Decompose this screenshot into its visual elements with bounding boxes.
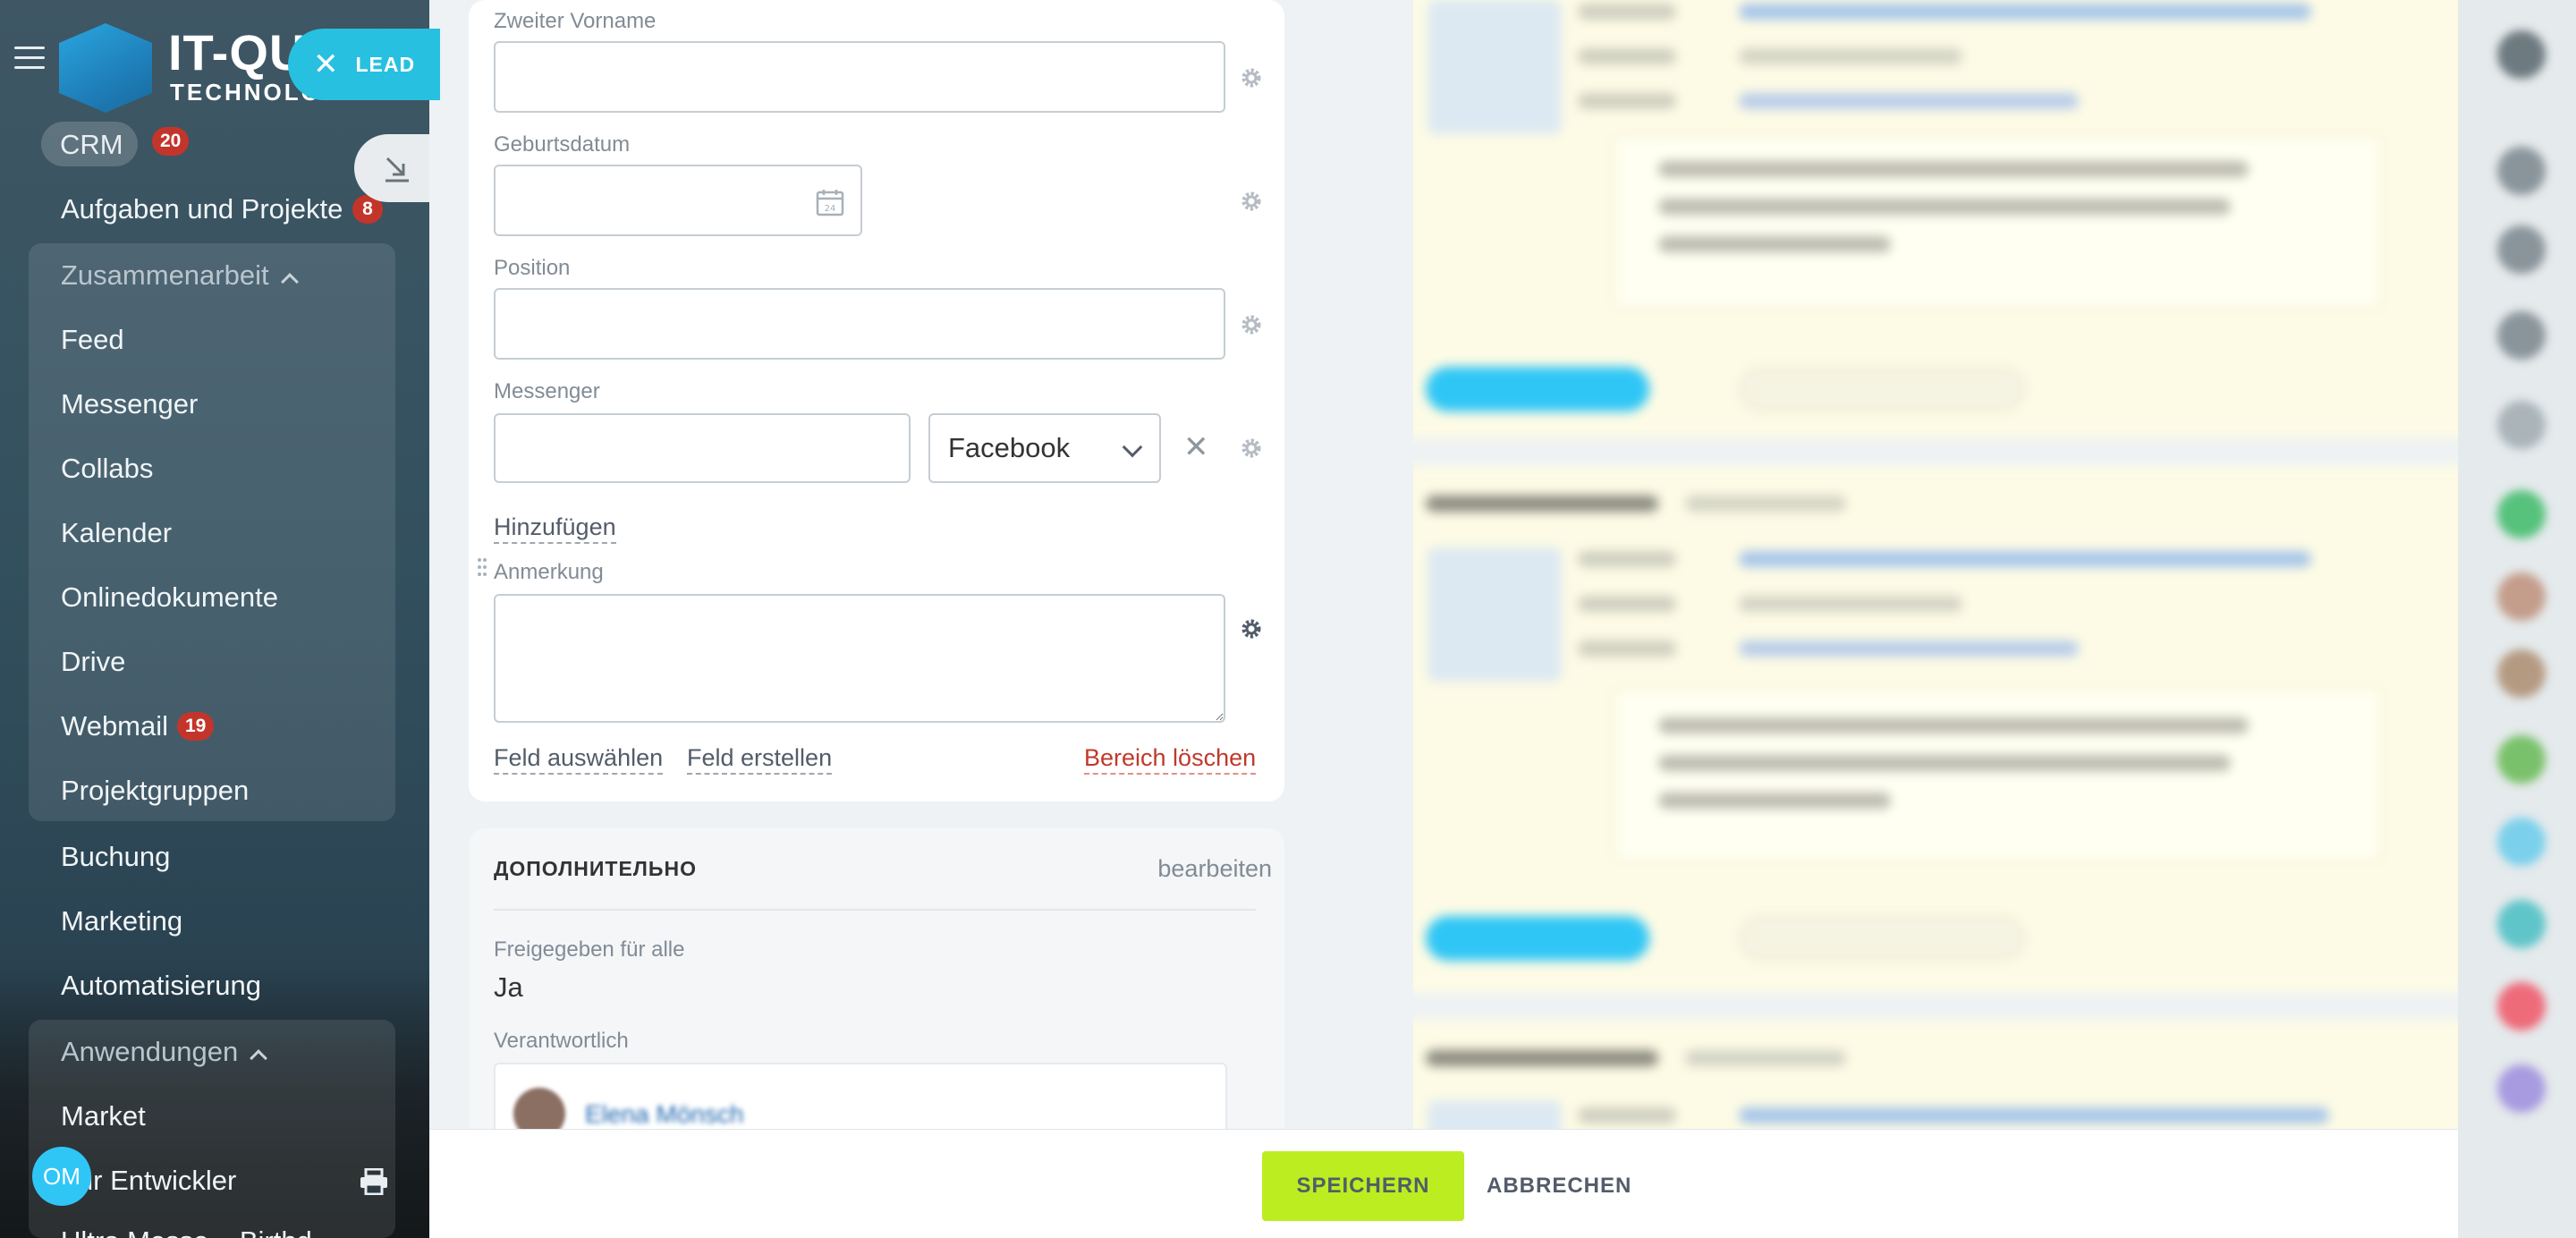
sidebar-item-tasks[interactable]: Aufgaben und Projekte — [61, 193, 343, 225]
birthdate-label: Geburtsdatum — [494, 132, 631, 157]
shared-label: Freigegeben für alle — [494, 937, 685, 962]
gear-icon[interactable] — [1240, 190, 1263, 213]
form-action-bar: SPEICHERN ABBRECHEN — [429, 1129, 2458, 1238]
timeline-entry — [1399, 0, 2458, 438]
printer-icon[interactable] — [360, 1168, 388, 1195]
notifications-rail-icon[interactable] — [2497, 147, 2546, 195]
chevron-up-icon — [280, 273, 299, 291]
sidebar-group-apps[interactable]: Anwendungen — [61, 1036, 268, 1068]
sidebar-item-webmail[interactable]: Webmail — [61, 710, 168, 742]
sidebar-item-project-groups[interactable]: Projektgruppen — [61, 775, 249, 807]
collab-group-label: Zusammenarbeit — [61, 259, 269, 291]
sidebar-item-crm[interactable]: CRM — [60, 129, 123, 161]
timeline-entry — [1399, 465, 2458, 993]
contact-avatar-4[interactable] — [2497, 818, 2546, 866]
create-field-link[interactable]: Feld erstellen — [687, 742, 833, 775]
sidebar-item-collabs[interactable]: Collabs — [61, 453, 153, 485]
alerts-rail-icon[interactable] — [2497, 225, 2546, 274]
search-icon[interactable] — [2497, 401, 2546, 449]
gear-icon[interactable] — [1240, 313, 1263, 336]
sidebar-item-calendar[interactable]: Kalender — [61, 517, 172, 549]
drag-handle-icon[interactable] — [478, 558, 490, 583]
gear-icon[interactable] — [1240, 437, 1263, 460]
section-divider — [494, 909, 1256, 911]
contact-avatar-6[interactable] — [2497, 982, 2546, 1030]
sidebar-item-booking[interactable]: Buchung — [61, 841, 170, 873]
sidebar-group-collab[interactable]: Zusammenarbeit — [61, 259, 299, 292]
burger-menu-icon[interactable] — [14, 47, 45, 70]
sidebar-item-automation[interactable]: Automatisierung — [61, 970, 261, 1002]
delete-section-link[interactable]: Bereich löschen — [1084, 742, 1257, 775]
apps-group-label: Anwendungen — [61, 1036, 239, 1067]
sidebar-item-cutoff[interactable]: Ultra Messe... Birthd... — [61, 1225, 335, 1238]
position-input[interactable] — [494, 288, 1225, 360]
contact-avatar-3[interactable] — [2497, 735, 2546, 784]
webmail-counter-badge: 19 — [177, 712, 215, 741]
close-icon: ✕ — [313, 47, 340, 81]
lead-tag-label: LEAD — [355, 52, 416, 76]
lead-edit-panel: Zweiter Vorname Geburtsdatum 24 Position… — [429, 0, 1413, 1238]
remove-messenger-icon[interactable]: ✕ — [1183, 429, 1209, 465]
settings-rail-icon[interactable] — [2497, 30, 2546, 79]
sidebar-item-market[interactable]: Market — [61, 1100, 146, 1132]
messenger-input[interactable] — [494, 413, 911, 483]
note-textarea[interactable] — [494, 594, 1225, 723]
collapse-arrow-icon — [386, 157, 409, 182]
responsible-label: Verantwortlich — [494, 1029, 629, 1053]
contact-avatar-2[interactable] — [2497, 649, 2546, 698]
add-messenger-link[interactable]: Hinzufügen — [494, 512, 616, 544]
svg-text:24: 24 — [825, 204, 836, 214]
shared-value: Ja — [494, 971, 523, 1003]
sidebar-item-messenger[interactable]: Messenger — [61, 388, 198, 420]
messenger-type-value: Facebook — [948, 432, 1071, 463]
right-quick-rail — [2458, 0, 2576, 1238]
contact-avatar-7[interactable] — [2497, 1064, 2546, 1113]
sidebar-item-online-docs[interactable]: Onlinedokumente — [61, 581, 278, 614]
close-lead-slider-button[interactable]: ✕ LEAD — [288, 29, 440, 100]
select-field-link[interactable]: Feld auswählen — [494, 742, 664, 775]
middle-name-input[interactable] — [494, 41, 1225, 113]
messenger-type-select[interactable]: Facebook — [928, 413, 1161, 483]
birthdate-input[interactable]: 24 — [494, 165, 862, 236]
timeline-background — [1324, 0, 2458, 1238]
chevron-down-icon — [1122, 437, 1143, 458]
note-label: Anmerkung — [494, 560, 604, 584]
gear-icon[interactable] — [1240, 617, 1263, 640]
messenger-label: Messenger — [494, 379, 600, 403]
crm-counter-badge: 20 — [152, 127, 190, 156]
chevron-up-icon — [250, 1049, 268, 1067]
left-sidebar: IT-QUE TECHNOLO CRM 20 Aufgaben und Proj… — [0, 0, 429, 1238]
tasks-rail-icon[interactable] — [2497, 311, 2546, 360]
chat-rail-icon[interactable] — [2497, 490, 2546, 538]
middle-name-label: Zweiter Vorname — [494, 9, 657, 33]
responsible-name[interactable]: Elena Mönsch — [585, 1100, 743, 1129]
sidebar-item-drive[interactable]: Drive — [61, 646, 125, 678]
save-button[interactable]: SPEICHERN — [1262, 1151, 1464, 1221]
logo-cube-icon — [59, 23, 152, 113]
calendar-icon[interactable]: 24 — [816, 188, 844, 216]
sidebar-item-feed[interactable]: Feed — [61, 324, 124, 356]
contact-avatar-5[interactable] — [2497, 900, 2546, 948]
cancel-button[interactable]: ABBRECHEN — [1487, 1151, 1631, 1221]
sidebar-item-marketing[interactable]: Marketing — [61, 905, 182, 937]
edit-additional-link[interactable]: bearbeiten — [1157, 855, 1272, 883]
collapse-panel-button[interactable] — [354, 134, 429, 202]
additional-section-title: ДОПОЛНИТЕЛЬНО — [494, 857, 697, 880]
user-avatar[interactable]: OM — [32, 1147, 91, 1206]
gear-icon[interactable] — [1240, 66, 1263, 89]
contact-avatar-1[interactable] — [2497, 572, 2546, 621]
position-label: Position — [494, 256, 571, 280]
